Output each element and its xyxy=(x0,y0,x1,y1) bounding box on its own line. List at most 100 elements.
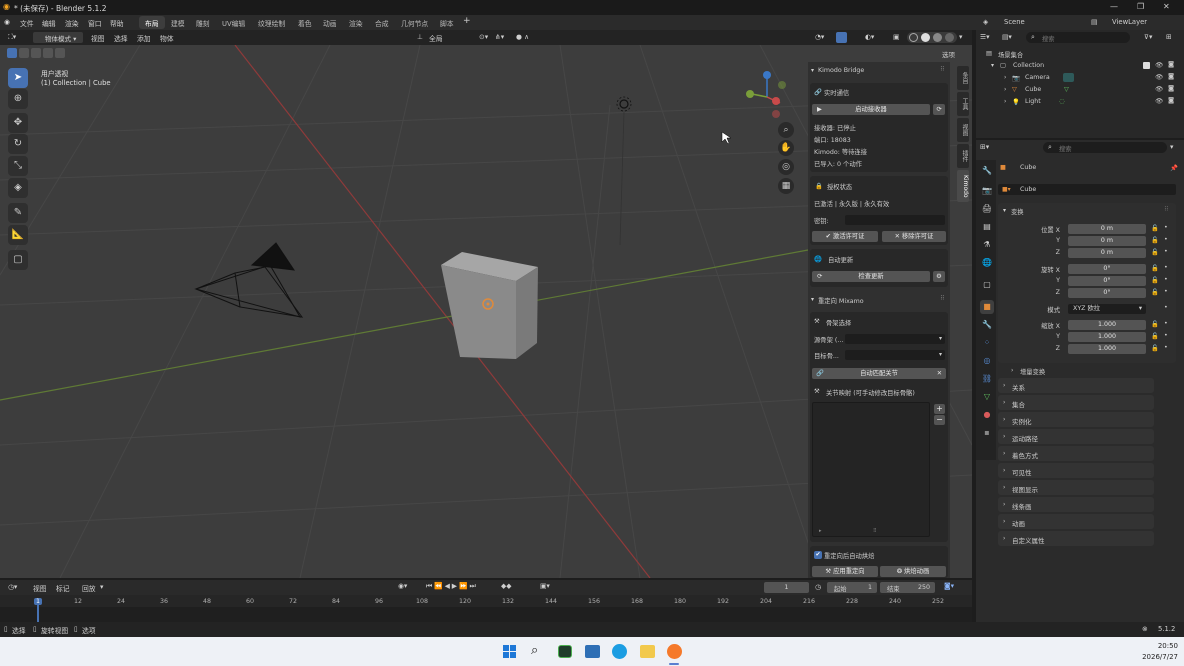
expand-arrow-icon[interactable]: › xyxy=(1004,86,1006,93)
rotation-y-field[interactable]: 0° xyxy=(1068,276,1146,286)
data-tab-icon[interactable]: ▽ xyxy=(980,390,994,404)
lock-icon[interactable]: 🔓 xyxy=(1151,236,1159,244)
output-tab-icon[interactable]: 🖨 xyxy=(980,202,994,216)
auto-match-button[interactable]: 🔗 自动匹配关节 ✕ xyxy=(812,368,946,379)
rotation-mode-dropdown[interactable]: XYZ 欧拉 ▾ xyxy=(1068,304,1146,314)
camera-render-icon[interactable]: ◙ xyxy=(1168,85,1174,92)
select-mode-new-icon[interactable] xyxy=(7,48,17,58)
camera-render-icon[interactable]: ◙ xyxy=(1168,97,1174,104)
mesh-data-icon[interactable]: ▽ xyxy=(1064,86,1069,93)
location-x-field[interactable]: 0 m xyxy=(1068,224,1146,234)
display-mode-icon[interactable]: ▤▾ xyxy=(1002,33,1012,41)
viewlayer-icon[interactable]: ▤ xyxy=(1091,18,1097,26)
section-visibility[interactable]: › 可见性 xyxy=(998,463,1154,478)
clock-time[interactable]: 20:50 xyxy=(1148,642,1178,650)
outliner-row-cube[interactable]: › ▽ Cube ▽ 👁 ◙ xyxy=(988,84,1184,96)
rendered-shading-icon[interactable] xyxy=(945,33,954,42)
delta-transform-row[interactable]: › 增量变换 xyxy=(1006,364,1176,377)
properties-editor-icon[interactable]: ⊞▾ xyxy=(980,143,989,151)
chevron-down-icon[interactable]: ▾ xyxy=(100,583,103,591)
gizmo-toggle-icon[interactable] xyxy=(836,32,847,43)
end-frame-field[interactable]: 结束 250 xyxy=(880,582,935,593)
outliner-editor-icon[interactable]: ☰▾ xyxy=(980,33,990,41)
chevron-down-icon[interactable]: ▾ xyxy=(1170,143,1173,151)
activate-license-button[interactable]: ✔ 激活许可证 xyxy=(812,231,878,242)
select-tool-icon[interactable]: ➤ xyxy=(8,68,28,88)
playhead[interactable]: 1 xyxy=(34,598,43,605)
proportional-icon[interactable]: ● ∧ xyxy=(516,33,529,41)
select-mode-intersect-icon[interactable] xyxy=(55,48,65,58)
transform-tool-icon[interactable]: ◈ xyxy=(8,178,28,198)
filter-icon[interactable]: ⊽▾ xyxy=(1144,33,1152,41)
scale-tool-icon[interactable]: ⤡ xyxy=(8,156,28,176)
tab-layout[interactable]: 布局 xyxy=(139,16,165,29)
location-y-field[interactable]: 0 m xyxy=(1068,236,1146,246)
cursor-tool-icon[interactable]: ⊕ xyxy=(8,89,28,109)
pan-hand-icon[interactable]: ✋ xyxy=(778,140,794,156)
blender-app-icon[interactable] xyxy=(667,644,682,659)
section-viewport-display[interactable]: › 视图显示 xyxy=(998,480,1154,495)
drag-handle-icon[interactable]: ⠿ xyxy=(940,66,945,73)
keyframe-dot-icon[interactable]: • xyxy=(1164,264,1168,271)
camera-render-icon[interactable]: ◙ xyxy=(1168,61,1174,68)
timeline-editor-icon[interactable]: ◷▾ xyxy=(8,583,17,591)
snap-icon[interactable]: ⋔▾ xyxy=(495,33,504,41)
keyframe-dot-icon[interactable]: • xyxy=(1164,224,1168,231)
edge-browser-icon[interactable] xyxy=(612,644,627,659)
rotation-x-field[interactable]: 0° xyxy=(1068,264,1146,274)
menu-select[interactable]: 选择 xyxy=(114,33,128,43)
bone-map-list[interactable]: ▸ ⠿ xyxy=(812,402,930,537)
section-line-art[interactable]: › 线条画 xyxy=(998,497,1154,512)
file-explorer-icon[interactable] xyxy=(640,645,655,658)
eye-icon[interactable]: 👁 xyxy=(1155,85,1163,93)
outliner-row-light[interactable]: › 💡 Light ◌ 👁 ◙ xyxy=(988,96,1184,108)
drag-handle-icon[interactable]: ⠿ xyxy=(1164,206,1169,213)
render-tab-icon[interactable]: 📷 xyxy=(980,184,994,198)
tab-item[interactable]: 条目 xyxy=(957,66,969,90)
view-layer-tab-icon[interactable]: ▤ xyxy=(980,220,994,234)
add-workspace-icon[interactable]: + xyxy=(463,16,471,26)
zoom-icon[interactable]: ⌕ xyxy=(778,122,794,138)
section-collections[interactable]: › 集合 xyxy=(998,395,1154,410)
light-data-icon[interactable]: ◌ xyxy=(1059,98,1065,105)
section-animation[interactable]: › 动画 xyxy=(998,514,1154,529)
select-mode-extend-icon[interactable] xyxy=(19,48,29,58)
tab-rendering[interactable]: 渲染 xyxy=(343,16,369,29)
list-grip-icon[interactable]: ⠿ xyxy=(873,528,877,534)
keyframe-dot-icon[interactable]: • xyxy=(1164,236,1168,243)
shading-dropdown-icon[interactable]: ▾ xyxy=(959,33,962,41)
camera-render-icon[interactable]: ◙ xyxy=(1168,73,1174,80)
select-mode-invert-icon[interactable] xyxy=(43,48,53,58)
new-collection-icon[interactable]: ⊞ xyxy=(1166,33,1172,41)
add-cube-tool-icon[interactable]: ▢ xyxy=(8,250,28,270)
tab-geometry-nodes[interactable]: 几何节点 xyxy=(395,16,434,29)
editor-type-icon[interactable]: ⛶▾ xyxy=(8,33,16,42)
tab-shading[interactable]: 着色 xyxy=(292,16,318,29)
eye-icon[interactable]: 👁 xyxy=(1155,61,1163,69)
pivot-icon[interactable]: ⊙▾ xyxy=(479,33,488,41)
collapse-arrow-icon[interactable]: ▾ xyxy=(811,296,814,303)
annotate-tool-icon[interactable]: ✎ xyxy=(8,203,28,223)
solid-shading-icon[interactable] xyxy=(921,33,930,42)
add-item-icon[interactable]: + xyxy=(934,404,945,414)
eye-icon[interactable]: 👁 xyxy=(1155,97,1163,105)
lock-icon[interactable]: 🔓 xyxy=(1151,288,1159,296)
clock-icon[interactable]: ◷ xyxy=(815,583,821,591)
keyframe-dot-icon[interactable]: • xyxy=(1164,344,1168,351)
menu-view[interactable]: 视图 xyxy=(91,33,105,43)
playback-dropdown[interactable]: 回放 xyxy=(82,583,96,593)
viewlayer-name[interactable]: ViewLayer xyxy=(1112,18,1147,26)
scene-name[interactable]: Scene xyxy=(1004,18,1025,26)
lock-icon[interactable]: 🔓 xyxy=(1151,264,1159,272)
keyframe-dot-icon[interactable]: • xyxy=(1164,276,1168,283)
scene-icon[interactable]: ◈ xyxy=(983,18,988,26)
maximize-icon[interactable]: ❐ xyxy=(1137,2,1144,11)
bake-animation-button[interactable]: ❂ 烘焙动画 xyxy=(880,566,946,577)
rotation-z-field[interactable]: 0° xyxy=(1068,288,1146,298)
constraints-tab-icon[interactable]: ⛓ xyxy=(980,372,994,386)
frame-ruler[interactable]: 1 12 24 36 48 60 72 84 96 108 120 132 14… xyxy=(0,595,972,607)
modifier-tab-icon[interactable]: 🔧 xyxy=(980,318,994,332)
remove-license-button[interactable]: ✕ 移除许可证 xyxy=(882,231,946,242)
collection-tab-icon[interactable]: ▢ xyxy=(980,278,994,292)
target-dropdown[interactable]: ▾ xyxy=(845,350,945,360)
